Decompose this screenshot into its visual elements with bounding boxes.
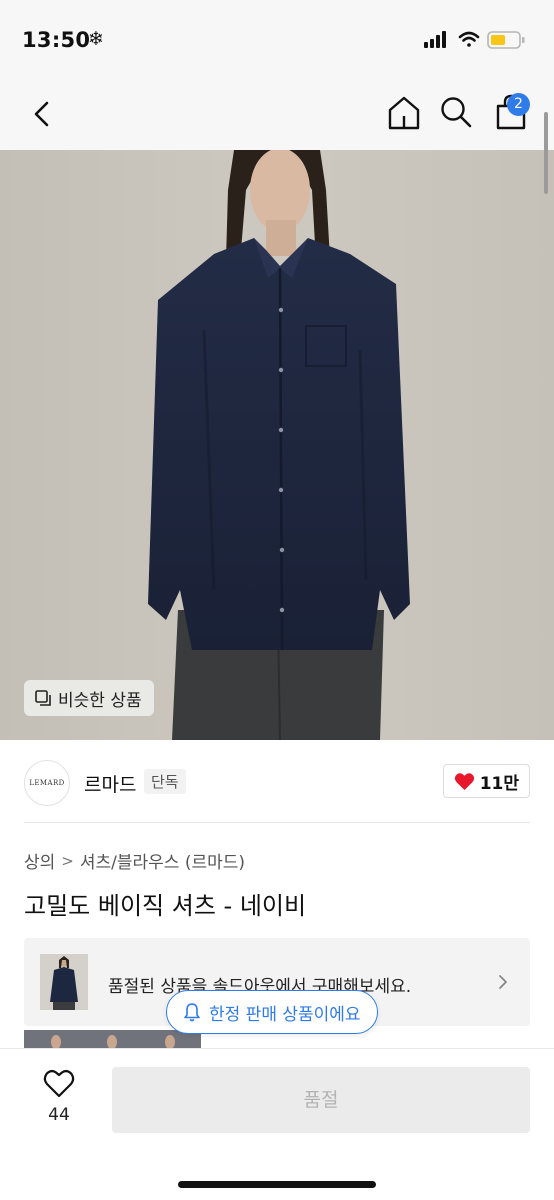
breadcrumb-category[interactable]: 상의 [24, 848, 55, 873]
product-image[interactable] [0, 150, 554, 740]
back-arrow-icon[interactable] [24, 94, 64, 134]
brand-row: LEMARD 르마드 단독 11만 [24, 760, 530, 806]
brand-like-button[interactable]: 11만 [442, 764, 530, 798]
heart-filled-icon [454, 772, 474, 790]
product-like-count: 44 [48, 1105, 70, 1125]
brand-like-count: 11만 [479, 773, 519, 794]
search-icon[interactable] [437, 92, 475, 132]
breadcrumb-separator: > [61, 851, 74, 870]
soldout-thumbnail [40, 954, 88, 1010]
similar-products-button[interactable]: 비슷한 상품 [24, 680, 154, 716]
snowflake-icon: ❄ [88, 28, 104, 50]
similar-products-label: 비슷한 상품 [58, 690, 142, 711]
heart-outline-icon[interactable] [43, 1069, 75, 1099]
battery-icon [487, 31, 525, 49]
product-title: 고밀도 베이직 셔츠 - 네이비 [24, 892, 307, 920]
exclusive-badge: 단독 [144, 769, 186, 794]
sold-out-button[interactable]: 품절 [112, 1067, 530, 1133]
home-icon[interactable] [385, 92, 423, 132]
status-bar: 13:50 ❄ [0, 0, 554, 78]
related-images-strip [24, 1030, 201, 1048]
divider [24, 822, 530, 823]
limited-sale-tooltip: 한정 판매 상품이에요 [166, 990, 378, 1034]
breadcrumb: 상의 > 셔츠/블라우스 (르마드) [24, 848, 245, 874]
brand-logo[interactable]: LEMARD [24, 760, 70, 806]
home-indicator [178, 1181, 376, 1188]
cart-count-badge: 2 [507, 93, 530, 116]
limited-sale-text: 한정 판매 상품이에요 [209, 1004, 361, 1025]
status-icons [424, 31, 525, 49]
bottom-action-bar: 44 품절 [0, 1048, 554, 1200]
similar-products-icon [35, 690, 51, 706]
signal-icon [424, 31, 446, 48]
scrollbar[interactable] [544, 112, 548, 194]
breadcrumb-subcategory[interactable]: 셔츠/블라우스 (르마드) [80, 848, 245, 873]
brand-name[interactable]: 르마드 [84, 770, 136, 797]
status-time: 13:50 [22, 28, 91, 52]
nav-bar [0, 78, 554, 150]
chevron-right-icon [499, 975, 507, 989]
bell-icon [184, 1003, 200, 1022]
product-photo [0, 150, 554, 740]
wifi-icon [458, 31, 480, 47]
